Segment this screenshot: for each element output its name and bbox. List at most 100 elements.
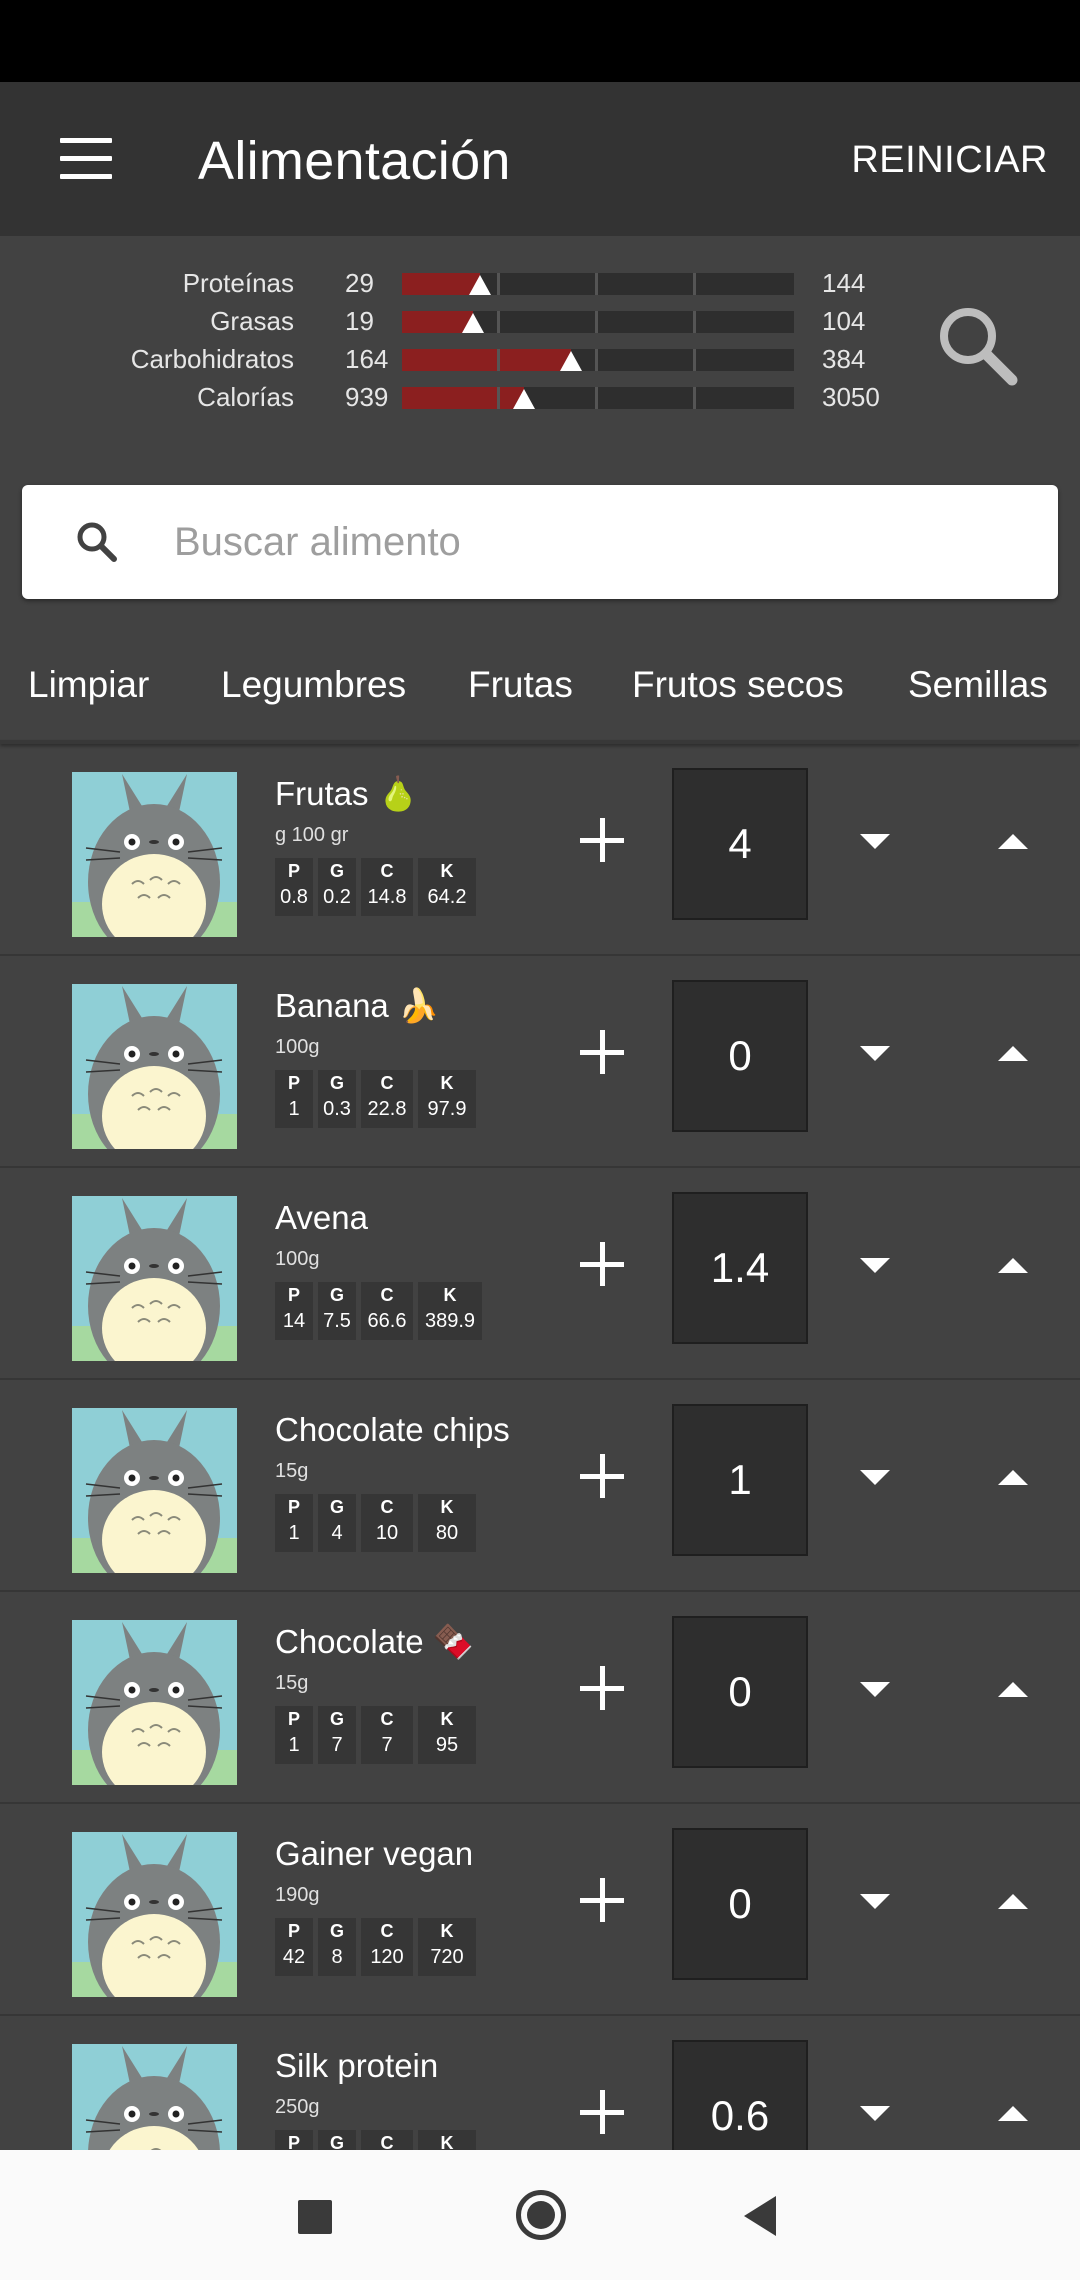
macro-c: C xyxy=(361,2130,413,2150)
totoro-image xyxy=(72,2044,237,2150)
arrow-up-icon[interactable] xyxy=(998,1682,1028,1697)
food-row[interactable]: Banana 🍌 100g P 1 G 0.3 C 22.8 K 97.9 0 xyxy=(0,956,1080,1168)
bar-segment xyxy=(497,349,500,371)
macro-k: K xyxy=(418,2130,476,2150)
plus-icon[interactable] xyxy=(578,1452,626,1500)
macro-g: G 0.2 xyxy=(318,858,356,916)
bar-segment xyxy=(595,387,598,409)
category-chips: Limpiar Legumbres Frutas Frutos secos Semill… xyxy=(0,636,1080,736)
food-row[interactable]: Chocolate 🍫 15g P 1 G 7 C 7 K 95 0 xyxy=(0,1592,1080,1804)
macro-k: K 389.9 xyxy=(418,1282,482,1340)
macro-g: G 0.3 xyxy=(318,1070,356,1128)
menu-icon[interactable] xyxy=(52,128,122,190)
arrow-down-icon[interactable] xyxy=(860,1682,890,1697)
macro-value: 22.8 xyxy=(367,1098,407,1120)
macro-key: K xyxy=(440,861,454,881)
macro-key: P xyxy=(287,1921,300,1941)
chip-legumbres[interactable]: Legumbres xyxy=(221,658,406,712)
plus-icon[interactable] xyxy=(578,1240,626,1288)
plus-icon[interactable] xyxy=(578,2088,626,2136)
progress-marker-icon xyxy=(469,275,491,295)
quantity-field[interactable]: 4 xyxy=(672,768,808,920)
food-row[interactable]: Frutas 🍐 g 100 gr P 0.8 G 0.2 C 14.8 K 64.2 4 xyxy=(0,744,1080,956)
plus-icon[interactable] xyxy=(578,816,626,864)
arrow-up-icon[interactable] xyxy=(998,1894,1028,1909)
app-bar: Alimentación REINICIAR xyxy=(0,82,1080,236)
arrow-down-icon[interactable] xyxy=(860,1894,890,1909)
nutrient-progress-bar xyxy=(402,349,794,371)
arrow-down-icon[interactable] xyxy=(860,1470,890,1485)
page-title: Alimentación xyxy=(198,131,511,191)
food-row[interactable]: Chocolate chips 15g P 1 G 4 C 10 K 80 1 xyxy=(0,1380,1080,1592)
food-portion: 100g xyxy=(275,1036,320,1058)
macro-key: K xyxy=(440,1921,454,1941)
quantity-field[interactable]: 0 xyxy=(672,1616,808,1768)
quantity-field[interactable]: 0 xyxy=(672,980,808,1132)
chip-frutas[interactable]: Frutas xyxy=(468,658,573,712)
bar-segment xyxy=(595,273,598,295)
arrow-up-icon[interactable] xyxy=(998,1258,1028,1273)
macro-k: K 80 xyxy=(418,1494,476,1552)
macro-g: G xyxy=(318,2130,356,2150)
macro-p: P 42 xyxy=(275,1918,313,1976)
recents-button[interactable] xyxy=(298,2200,332,2234)
macro-value: 7.5 xyxy=(323,1310,351,1332)
progress-marker-icon xyxy=(462,313,484,333)
macro-value: 66.6 xyxy=(367,1310,407,1332)
arrow-up-icon[interactable] xyxy=(998,1470,1028,1485)
food-row[interactable]: Silk protein 250g P G C K 0.6 xyxy=(0,2016,1080,2150)
arrow-down-icon[interactable] xyxy=(860,834,890,849)
chip-limpiar[interactable]: Limpiar xyxy=(28,658,149,712)
arrow-up-icon[interactable] xyxy=(998,834,1028,849)
macro-value: 1 xyxy=(288,1522,300,1544)
quantity-field[interactable]: 1 xyxy=(672,1404,808,1556)
chip-semillas[interactable]: Semillas xyxy=(908,658,1048,712)
search-icon xyxy=(77,522,117,562)
arrow-down-icon[interactable] xyxy=(860,2106,890,2121)
macro-key: G xyxy=(329,1921,344,1941)
macro-g: G4 xyxy=(318,1494,356,1552)
macro-key: P xyxy=(287,1709,300,1729)
nutrition-summary: Proteínas 29 144 Grasas 19 104 Carbohidratos 16… xyxy=(0,236,1080,436)
macro-g: G7 xyxy=(318,1706,356,1764)
quantity-field[interactable]: 0 xyxy=(672,1828,808,1980)
quantity-field[interactable]: 0.6 xyxy=(672,2040,808,2150)
macro-p: P1 xyxy=(275,1494,313,1552)
home-button[interactable] xyxy=(516,2190,566,2240)
macro-key: G xyxy=(329,1285,344,1305)
bar-segment xyxy=(497,311,500,333)
macro-value: 0.3 xyxy=(323,1098,351,1120)
reset-button[interactable]: REINICIAR xyxy=(851,132,1048,188)
plus-icon[interactable] xyxy=(578,1664,626,1712)
macro-p: P1 xyxy=(275,1706,313,1764)
food-row[interactable]: Gainer vegan 190g P 42 G 8 C 120 K 720 0 xyxy=(0,1804,1080,2016)
macro-p: P xyxy=(275,2130,313,2150)
plus-icon[interactable] xyxy=(578,1028,626,1076)
nutrient-value: 164 xyxy=(345,344,389,374)
arrow-up-icon[interactable] xyxy=(998,1046,1028,1061)
search-input[interactable] xyxy=(174,507,1024,577)
macro-value: 8 xyxy=(331,1946,343,1968)
totoro-image xyxy=(72,984,237,1149)
chip-frutos-secos[interactable]: Frutos secos xyxy=(632,658,844,712)
arrow-down-icon[interactable] xyxy=(860,1046,890,1061)
bar-segment xyxy=(693,311,696,333)
arrow-up-icon[interactable] xyxy=(998,2106,1028,2121)
progress-marker-icon xyxy=(560,351,582,371)
back-button[interactable] xyxy=(744,2196,776,2236)
macro-key: C xyxy=(380,861,394,881)
macro-key: K xyxy=(440,1709,454,1729)
nutrient-target: 384 xyxy=(822,344,866,374)
system-nav-bar xyxy=(0,2150,1080,2280)
macro-value: 0.2 xyxy=(323,886,351,908)
arrow-down-icon[interactable] xyxy=(860,1258,890,1273)
quantity-field[interactable]: 1.4 xyxy=(672,1192,808,1344)
macro-value: 7 xyxy=(331,1734,343,1756)
search-icon[interactable] xyxy=(932,300,1022,390)
macro-key: P xyxy=(287,1073,300,1093)
food-row[interactable]: Avena 100g P 14 G 7.5 C 66.6 K 389.9 1.4 xyxy=(0,1168,1080,1380)
bar-segment xyxy=(693,273,696,295)
macro-key: C xyxy=(380,2133,394,2150)
macro-key: P xyxy=(287,2133,300,2150)
plus-icon[interactable] xyxy=(578,1876,626,1924)
